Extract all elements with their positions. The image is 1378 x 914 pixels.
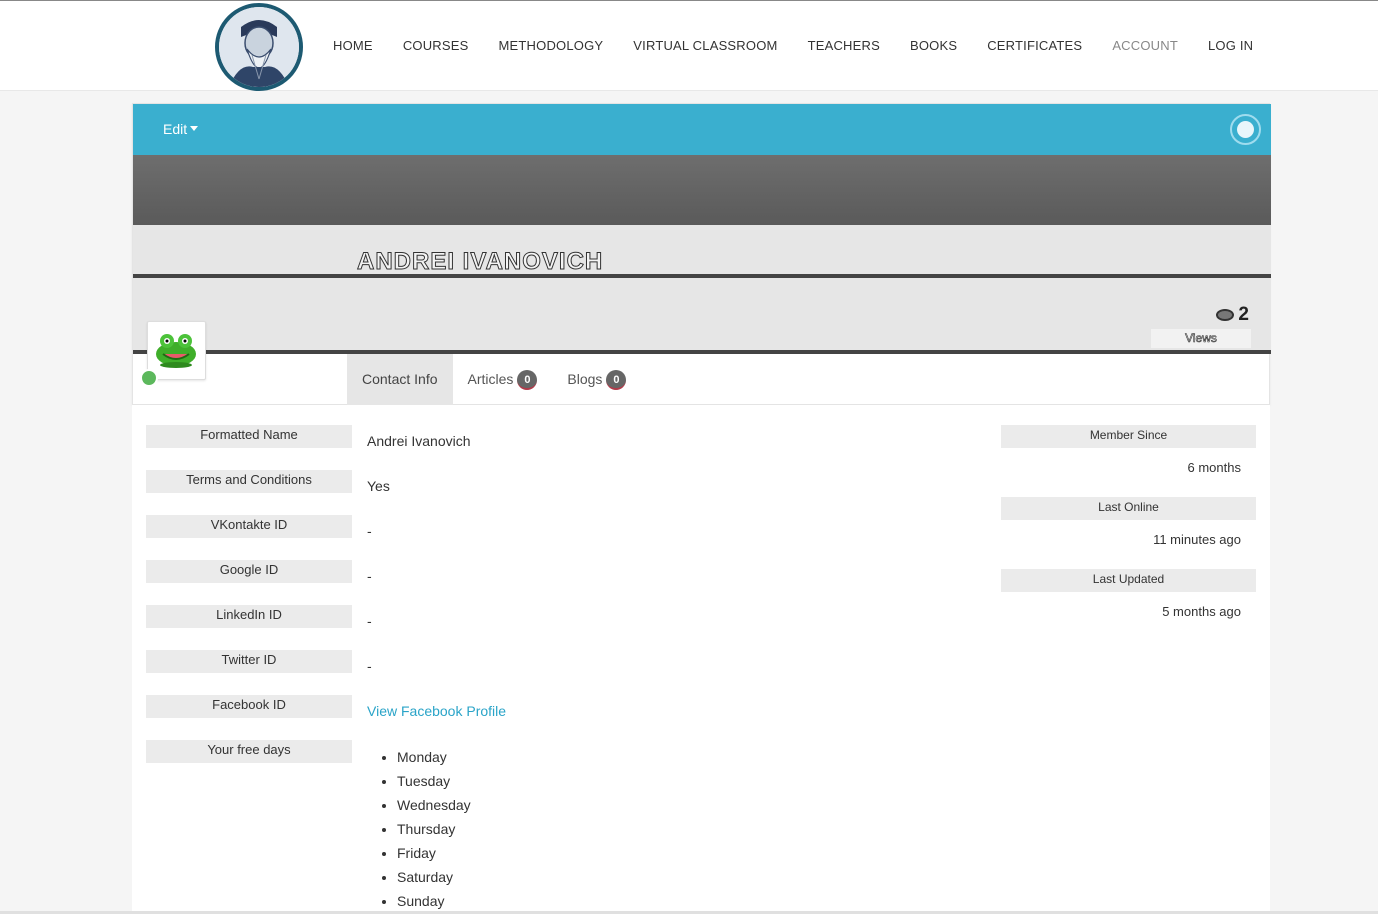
profile-name: ANDREI IVANOVICH xyxy=(356,248,604,276)
last-online-value: 11 minutes ago xyxy=(1153,532,1241,547)
status-toggle-icon[interactable] xyxy=(1230,114,1261,145)
field-value-formatted-name: Andrei Ivanovich xyxy=(367,433,471,449)
field-label-vkontakte: VKontakte ID xyxy=(146,515,352,538)
facebook-profile-link[interactable]: View Facebook Profile xyxy=(367,703,506,719)
views-label: Views xyxy=(1151,329,1251,348)
last-updated-value: 5 months ago xyxy=(1162,604,1241,619)
last-online-label: Last Online xyxy=(1001,497,1256,520)
field-label-free-days: Your free days xyxy=(146,740,352,763)
tab-contact-info[interactable]: Contact Info xyxy=(347,354,453,405)
nav-books[interactable]: BOOKS xyxy=(895,37,972,55)
field-label-facebook: Facebook ID xyxy=(146,695,352,718)
member-since-label: Member Since xyxy=(1001,425,1256,448)
list-item: Thursday xyxy=(397,819,471,843)
views-counter: 2 xyxy=(1216,304,1249,326)
count-badge: 0 xyxy=(517,369,538,390)
tab-label: Articles xyxy=(467,371,514,387)
divider xyxy=(133,350,1271,354)
nav-certificates[interactable]: CERTIFICATES xyxy=(972,37,1097,55)
edit-dropdown-button[interactable]: Edit xyxy=(163,121,199,138)
profile-tabs: Contact Info Articles 0 Blogs 0 xyxy=(347,354,641,405)
last-updated-label: Last Updated xyxy=(1001,569,1256,592)
tab-blogs[interactable]: Blogs 0 xyxy=(552,354,641,405)
nav-account[interactable]: ACCOUNT xyxy=(1097,37,1193,55)
free-days-list: Monday Tuesday Wednesday Thursday Friday… xyxy=(397,747,471,914)
nav-teachers[interactable]: TEACHERS xyxy=(793,37,895,55)
cover-photo xyxy=(133,155,1271,225)
nav-login[interactable]: LOG IN xyxy=(1193,37,1268,55)
caret-down-icon xyxy=(190,126,199,131)
frog-avatar-icon xyxy=(156,334,196,368)
profile-details: Formatted Name Andrei Ivanovich Terms an… xyxy=(132,405,1270,914)
eye-icon xyxy=(1216,309,1235,321)
profile-card: Edit ANDREI IVANOVICH 2 Views Contact In… xyxy=(132,103,1271,405)
nav-courses[interactable]: COURSES xyxy=(388,37,484,55)
field-label-formatted-name: Formatted Name xyxy=(146,425,352,448)
list-item: Wednesday xyxy=(397,795,471,819)
main-nav: HOME COURSES METHODOLOGY VIRTUAL CLASSRO… xyxy=(318,37,1268,55)
field-value-terms: Yes xyxy=(367,478,390,494)
portrait-logo-icon xyxy=(219,7,299,87)
member-since-value: 6 months xyxy=(1187,460,1241,475)
field-value-vkontakte: - xyxy=(367,523,372,539)
views-count: 2 xyxy=(1238,304,1249,325)
profile-name-band xyxy=(133,225,1271,353)
field-value-twitter: - xyxy=(367,658,372,674)
field-value-google: - xyxy=(367,568,372,584)
online-status-icon xyxy=(140,369,158,387)
field-label-linkedin: LinkedIn ID xyxy=(146,605,352,628)
nav-home[interactable]: HOME xyxy=(318,37,388,55)
nav-methodology[interactable]: METHODOLOGY xyxy=(484,37,619,55)
tab-label: Blogs xyxy=(567,371,603,387)
top-navbar: HOME COURSES METHODOLOGY VIRTUAL CLASSRO… xyxy=(0,0,1378,91)
divider xyxy=(133,274,1271,278)
field-label-twitter: Twitter ID xyxy=(146,650,352,673)
nav-virtual-classroom[interactable]: VIRTUAL CLASSROOM xyxy=(618,37,792,55)
field-label-terms: Terms and Conditions xyxy=(146,470,352,493)
avatar[interactable] xyxy=(147,321,206,380)
list-item: Tuesday xyxy=(397,771,471,795)
site-logo[interactable] xyxy=(215,3,303,91)
field-label-google: Google ID xyxy=(146,560,352,583)
tab-label: Contact Info xyxy=(362,371,438,387)
field-value-linkedin: - xyxy=(367,613,372,629)
list-item: Friday xyxy=(397,843,471,867)
count-badge: 0 xyxy=(606,369,627,390)
field-value-facebook: View Facebook Profile xyxy=(367,702,506,720)
list-item: Saturday xyxy=(397,867,471,891)
list-item: Monday xyxy=(397,747,471,771)
edit-label: Edit xyxy=(163,121,188,137)
tab-articles[interactable]: Articles 0 xyxy=(453,354,553,405)
profile-toolbar: Edit xyxy=(133,104,1271,155)
